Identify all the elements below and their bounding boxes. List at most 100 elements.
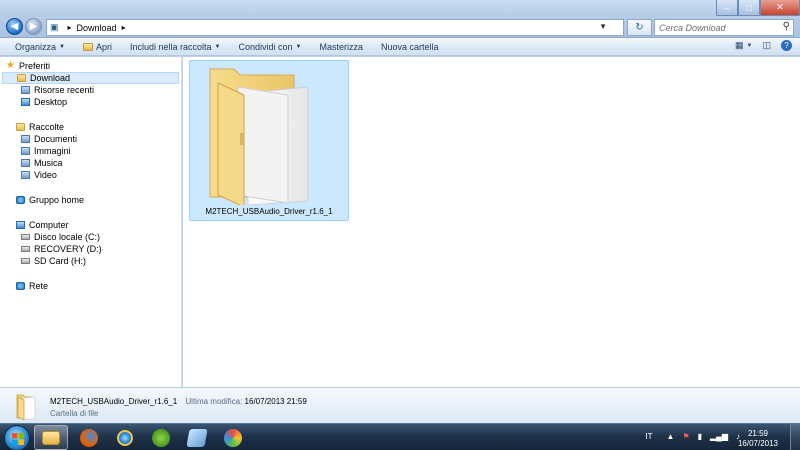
folder-icon [82,42,93,51]
sidebar-item-drive-h[interactable]: SD Card (H:) [0,255,181,267]
taskbar-firefox-button[interactable] [72,425,106,450]
paint-icon [224,428,242,447]
taskbar-ie-button[interactable] [108,425,142,450]
chevron-down-icon: ▼ [59,43,65,50]
sidebar-item-favorites[interactable]: ★ Preferiti [0,60,181,72]
pictures-icon [21,147,30,155]
sidebar-item-label: Computer [29,220,69,230]
network-icon [16,282,25,290]
sidebar-item-libraries[interactable]: Raccolte [0,121,181,133]
sidebar-item-label: Disco locale (C:) [34,232,101,242]
taskbar-explorer-button[interactable] [34,425,68,450]
sidebar-item-desktop[interactable]: Desktop [0,96,181,108]
sidebar-item-videos[interactable]: Video [0,169,181,181]
include-label: Includi nella raccolta [130,41,212,52]
sidebar-item-label: Gruppo home [29,195,85,205]
action-center-flag-icon[interactable]: ⚑ [682,432,689,441]
taskbar-app-button[interactable] [180,425,214,450]
sidebar-item-label: Preferiti [19,61,51,71]
music-icon [21,159,30,167]
window-titlebar: – □ ✕ ◀ ▶ ▼ ▣ ▸ Download ▸ ▼ ↻ Cerca Dow… [0,0,800,38]
refresh-icon: ↻ [635,22,644,33]
view-options-icon[interactable]: ▦ [735,40,744,51]
search-input[interactable]: Cerca Download ⚲ [654,19,794,36]
taskbar-paint-button[interactable] [216,425,250,450]
start-button[interactable] [4,425,30,450]
system-tray: IT ▲ ⚑ ▮ ▂▄▆ ♪ [637,432,740,441]
taskbar: IT ▲ ⚑ ▮ ▂▄▆ ♪ 21:59 16/07/2013 [0,423,800,450]
explorer-icon [42,430,60,445]
taskbar-spotify-button[interactable] [144,425,178,450]
sidebar-item-drive-d[interactable]: RECOVERY (D:) [0,243,181,255]
maximize-button[interactable]: □ [738,0,760,16]
sidebar-item-label: SD Card (H:) [34,256,87,266]
help-icon[interactable]: ? [781,40,792,51]
new-folder-label: Nuova cartella [381,41,439,52]
new-folder-button[interactable]: Nuova cartella [381,42,439,52]
sidebar-item-label: Musica [34,158,63,168]
download-folder-icon [17,74,26,82]
tray-chevron-icon[interactable]: ▲ [667,432,675,441]
sidebar-item-music[interactable]: Musica [0,157,181,169]
sidebar-item-label: Raccolte [29,122,65,132]
forward-button[interactable]: ▶ [25,18,42,35]
refresh-button[interactable]: ↻ [627,19,652,36]
back-button[interactable]: ◀ [6,18,23,35]
chevron-down-icon: ▼ [214,43,221,50]
folder-icon [16,394,36,420]
breadcrumb-separator: ▸ [67,23,72,32]
close-button[interactable]: ✕ [760,0,800,16]
language-indicator[interactable]: IT [645,432,652,441]
preview-pane-icon[interactable]: ◫ [762,40,771,51]
sidebar-item-label: Documenti [34,134,78,144]
folder-item[interactable]: M2TECH_USBAudio_Driver_r1.6_1 [189,60,349,221]
details-modified-value: 16/07/2013 21:59 [244,397,307,406]
sd-card-icon [21,258,30,264]
open-button[interactable]: Apri [82,41,112,52]
folder-icon [209,68,309,205]
share-with-button[interactable]: Condividi con ▼ [239,42,302,52]
sidebar-item-download[interactable]: Download [2,72,179,84]
star-icon: ★ [6,60,15,71]
breadcrumb-download[interactable]: Download [77,23,117,33]
minimize-button[interactable]: – [716,0,738,16]
navigation-pane: ★ Preferiti Download Risorse recenti Des… [0,57,182,387]
clock[interactable]: 21:59 16/07/2013 [738,429,778,449]
share-label: Condividi con [238,41,293,52]
network-signal-icon[interactable]: ▂▄▆ [710,432,728,441]
sidebar-item-recent-places[interactable]: Risorse recenti [0,84,181,96]
documents-icon [21,135,30,143]
app-icon [186,428,208,447]
organize-button[interactable]: Organizza ▼ [15,42,65,52]
sidebar-item-label: Rete [29,281,49,291]
file-list: M2TECH_USBAudio_Driver_r1.6_1 [183,57,800,387]
folder-name: M2TECH_USBAudio_Driver_r1.6_1 [205,207,333,216]
sidebar-item-pictures[interactable]: Immagini [0,145,181,157]
include-in-library-button[interactable]: Includi nella raccolta ▼ [130,42,221,52]
battery-icon[interactable]: ▮ [698,432,702,441]
details-file-type: Cartella di file [50,409,99,418]
homegroup-icon [16,196,25,204]
sidebar-item-computer[interactable]: Computer [0,219,181,231]
burn-button[interactable]: Masterizza [319,42,363,52]
sidebar-item-network[interactable]: Rete [0,280,181,292]
sidebar-item-label: Risorse recenti [34,85,95,95]
address-dropdown-icon[interactable]: ▼ [599,22,607,31]
details-name-row: M2TECH_USBAudio_Driver_r1.6_1 Ultima mod… [50,397,307,406]
drive-icon [21,246,30,252]
command-bar: Organizza ▼ Apri Includi nella raccolta ▼ … [0,38,800,56]
sidebar-item-documents[interactable]: Documenti [0,133,181,145]
chevron-down-icon: ▼ [295,43,302,50]
sidebar-item-homegroup[interactable]: Gruppo home [0,194,181,206]
sidebar-item-label: RECOVERY (D:) [34,244,102,254]
burn-label: Masterizza [319,41,363,52]
search-icon[interactable]: ⚲ [783,21,790,32]
computer-icon [16,221,25,229]
address-bar[interactable]: ▣ ▸ Download ▸ ▼ [46,19,624,36]
show-desktop-button[interactable] [790,424,800,450]
sidebar-item-drive-c[interactable]: Disco locale (C:) [0,231,181,243]
window-controls: – □ ✕ [716,0,800,16]
view-dropdown-icon[interactable]: ▼ [747,43,753,49]
clock-date: 16/07/2013 [737,439,778,448]
open-label: Apri [95,41,112,52]
